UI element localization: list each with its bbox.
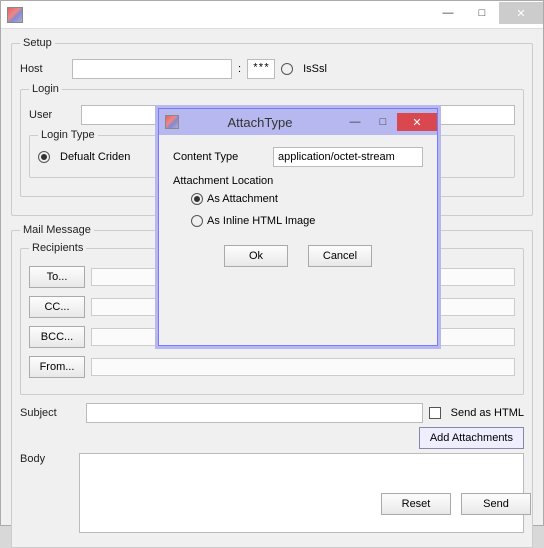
- to-button[interactable]: To...: [29, 266, 85, 288]
- attachtype-dialog: AttachType — □ ✕ Content Type Attachment…: [158, 108, 438, 346]
- recipients-legend: Recipients: [29, 242, 86, 254]
- cc-button[interactable]: CC...: [29, 296, 85, 318]
- dialog-minimize-button[interactable]: —: [341, 113, 369, 131]
- close-button[interactable]: ✕: [499, 2, 543, 24]
- body-label: Body: [20, 453, 73, 465]
- host-label: Host: [20, 63, 66, 75]
- minimize-button[interactable]: —: [431, 2, 465, 24]
- send-as-html-checkbox[interactable]: [429, 407, 441, 419]
- send-as-html-label: Send as HTML: [451, 407, 524, 419]
- as-attachment-radio[interactable]: [191, 193, 203, 205]
- from-field[interactable]: [91, 358, 515, 376]
- dialog-close-button[interactable]: ✕: [397, 113, 437, 131]
- port-input[interactable]: [247, 59, 275, 79]
- host-input[interactable]: [72, 59, 232, 79]
- content-type-input[interactable]: [273, 147, 423, 167]
- as-inline-radio[interactable]: [191, 215, 203, 227]
- isssl-radio[interactable]: [281, 63, 293, 75]
- login-type-legend: Login Type: [38, 129, 98, 141]
- content-type-label: Content Type: [173, 151, 265, 163]
- cancel-button[interactable]: Cancel: [308, 245, 372, 267]
- login-legend: Login: [29, 83, 62, 95]
- add-attachments-button[interactable]: Add Attachments: [419, 427, 524, 449]
- host-port-colon: :: [238, 63, 241, 75]
- maximize-button[interactable]: □: [465, 2, 499, 24]
- from-button[interactable]: From...: [29, 356, 85, 378]
- main-titlebar: — □ ✕: [1, 1, 543, 29]
- mail-message-legend: Mail Message: [20, 224, 94, 236]
- ok-button[interactable]: Ok: [224, 245, 288, 267]
- dialog-maximize-button[interactable]: □: [369, 113, 397, 131]
- default-credentials-radio[interactable]: [38, 151, 50, 163]
- bcc-button[interactable]: BCC...: [29, 326, 85, 348]
- subject-input[interactable]: [86, 403, 423, 423]
- isssl-label: IsSsl: [303, 63, 327, 75]
- user-label: User: [29, 109, 75, 121]
- setup-legend: Setup: [20, 37, 55, 49]
- dialog-app-icon: [165, 115, 179, 129]
- dialog-titlebar: AttachType — □ ✕: [159, 109, 437, 135]
- as-inline-label: As Inline HTML Image: [207, 215, 315, 227]
- as-attachment-label: As Attachment: [207, 193, 278, 205]
- attachment-location-label: Attachment Location: [173, 175, 423, 187]
- app-icon: [7, 7, 23, 23]
- subject-label: Subject: [20, 407, 80, 419]
- dialog-title: AttachType: [179, 115, 341, 130]
- send-button[interactable]: Send: [461, 493, 531, 515]
- default-credentials-label: Defualt Criden: [60, 151, 130, 163]
- reset-button[interactable]: Reset: [381, 493, 451, 515]
